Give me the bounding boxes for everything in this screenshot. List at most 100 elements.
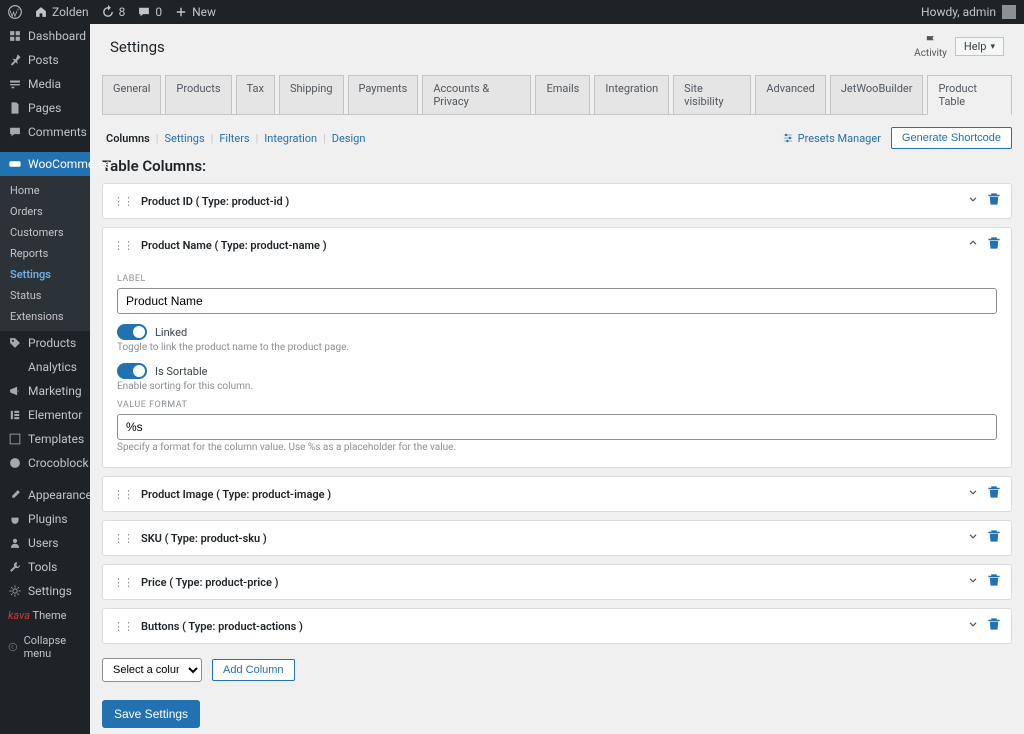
sortable-toggle[interactable] (117, 363, 147, 379)
sidebar-item-dashboard[interactable]: Dashboard (0, 24, 90, 48)
tab-integration[interactable]: Integration (594, 75, 669, 114)
sidebar-item-label: Dashboard (28, 29, 86, 43)
sidebar-subitem-home[interactable]: Home (0, 180, 90, 201)
site-link[interactable]: Zolden (34, 5, 89, 19)
theme-link[interactable]: kava Theme (0, 603, 90, 628)
tab-products[interactable]: Products (165, 75, 231, 114)
subtab-integration[interactable]: Integration (260, 132, 321, 145)
sidebar-item-media[interactable]: Media (0, 72, 90, 96)
woo-icon (8, 157, 22, 171)
sidebar-subitem-extensions[interactable]: Extensions (0, 306, 90, 327)
sidebar-item-users[interactable]: Users (0, 531, 90, 555)
chevron-down-icon[interactable] (967, 574, 979, 590)
sidebar-subitem-reports[interactable]: Reports (0, 243, 90, 264)
user-icon (8, 536, 22, 550)
tab-accounts-privacy[interactable]: Accounts & Privacy (422, 75, 531, 114)
sidebar-item-label: Plugins (28, 512, 68, 526)
column-row: ⋮⋮ Product Name ( Type: product-name ) L… (102, 227, 1012, 468)
sidebar-item-woocommerce[interactable]: WooCommerce (0, 152, 90, 176)
subtab-settings[interactable]: Settings (160, 132, 208, 145)
tab-product-table[interactable]: Product Table (927, 75, 1012, 115)
sidebar-item-settings[interactable]: Settings (0, 579, 90, 603)
chevron-down-icon[interactable] (967, 618, 979, 634)
sidebar-item-tools[interactable]: Tools (0, 555, 90, 579)
sidebar-item-crocoblock[interactable]: Crocoblock (0, 451, 90, 475)
sidebar-item-analytics[interactable]: Analytics (0, 355, 90, 379)
gear-icon (8, 584, 22, 598)
activity-button[interactable]: Activity (914, 34, 947, 59)
column-title: Product Image ( Type: product-image ) (141, 488, 967, 501)
linked-toggle[interactable] (117, 324, 147, 340)
sidebar-item-plugins[interactable]: Plugins (0, 507, 90, 531)
drag-handle-icon[interactable]: ⋮⋮ (113, 620, 133, 633)
add-column-button[interactable]: Add Column (212, 659, 295, 681)
chevron-down-icon[interactable] (967, 530, 979, 546)
tab-payments[interactable]: Payments (348, 75, 419, 114)
page-icon (8, 101, 22, 115)
drag-handle-icon[interactable]: ⋮⋮ (113, 239, 133, 252)
presets-manager-link[interactable]: Presets Manager (782, 132, 881, 145)
collapse-menu[interactable]: Collapse menu (0, 628, 90, 666)
chevron-down-icon[interactable] (967, 193, 979, 209)
sidebar-item-marketing[interactable]: Marketing (0, 379, 90, 403)
subtab-design[interactable]: Design (328, 132, 370, 145)
drag-handle-icon[interactable]: ⋮⋮ (113, 532, 133, 545)
comments-link[interactable]: 0 (137, 5, 162, 19)
label-input[interactable] (117, 288, 997, 314)
sidebar-item-posts[interactable]: Posts (0, 48, 90, 72)
tab-emails[interactable]: Emails (535, 75, 590, 114)
toggle-label: Is Sortable (155, 365, 207, 378)
dashboard-icon (8, 29, 22, 43)
sidebar-item-elementor[interactable]: Elementor (0, 403, 90, 427)
sidebar-item-templates[interactable]: Templates (0, 427, 90, 451)
generate-shortcode-button[interactable]: Generate Shortcode (891, 127, 1012, 149)
wp-logo[interactable] (8, 5, 22, 19)
sidebar-item-products[interactable]: Products (0, 331, 90, 355)
account-link[interactable]: Howdy, admin (921, 5, 1016, 19)
chevron-up-icon[interactable] (967, 237, 979, 253)
updates-link[interactable]: 8 (101, 5, 126, 19)
sidebar-item-label: Media (28, 77, 61, 91)
brush-icon (8, 488, 22, 502)
update-icon (101, 5, 115, 19)
help-button[interactable]: Help (955, 37, 1004, 56)
drag-handle-icon[interactable]: ⋮⋮ (113, 576, 133, 589)
save-settings-button[interactable]: Save Settings (102, 700, 200, 728)
sidebar-item-label: Settings (28, 584, 72, 598)
trash-icon[interactable] (987, 573, 1001, 591)
tab-advanced[interactable]: Advanced (755, 75, 825, 114)
admin-sidebar: Dashboard Posts Media PagesComments WooComme… (0, 24, 90, 734)
tab-general[interactable]: General (102, 75, 161, 114)
elementor-icon (8, 408, 22, 422)
sidebar-item-label: WooCommerce (28, 157, 111, 171)
sidebar-item-comments[interactable]: Comments (0, 120, 90, 144)
subtab-columns[interactable]: Columns (102, 132, 154, 145)
select-column-dropdown[interactable]: Select a column... (102, 658, 202, 682)
sidebar-subitem-status[interactable]: Status (0, 285, 90, 306)
chevron-down-icon[interactable] (967, 486, 979, 502)
plugin-icon (8, 512, 22, 526)
column-row: ⋮⋮ Product ID ( Type: product-id ) (102, 183, 1012, 219)
value-format-input[interactable] (117, 414, 997, 440)
sidebar-item-label: Appearance (28, 488, 92, 502)
tab-site-visibility[interactable]: Site visibility (673, 75, 751, 114)
new-link[interactable]: New (174, 5, 216, 19)
tab-jetwoobuilder[interactable]: JetWooBuilder (830, 75, 924, 114)
sidebar-item-appearance[interactable]: Appearance (0, 483, 90, 507)
sidebar-subitem-customers[interactable]: Customers (0, 222, 90, 243)
admin-toolbar: Zolden 8 0 New Howdy, admin (0, 0, 1024, 24)
sidebar-subitem-settings[interactable]: Settings (0, 264, 90, 285)
trash-icon[interactable] (987, 192, 1001, 210)
tab-tax[interactable]: Tax (236, 75, 275, 114)
trash-icon[interactable] (987, 617, 1001, 635)
sidebar-item-label: Posts (28, 53, 59, 67)
tab-shipping[interactable]: Shipping (279, 75, 344, 114)
trash-icon[interactable] (987, 236, 1001, 254)
drag-handle-icon[interactable]: ⋮⋮ (113, 195, 133, 208)
trash-icon[interactable] (987, 529, 1001, 547)
subtab-filters[interactable]: Filters (215, 132, 253, 145)
sidebar-item-pages[interactable]: Pages (0, 96, 90, 120)
trash-icon[interactable] (987, 485, 1001, 503)
drag-handle-icon[interactable]: ⋮⋮ (113, 488, 133, 501)
sidebar-subitem-orders[interactable]: Orders (0, 201, 90, 222)
